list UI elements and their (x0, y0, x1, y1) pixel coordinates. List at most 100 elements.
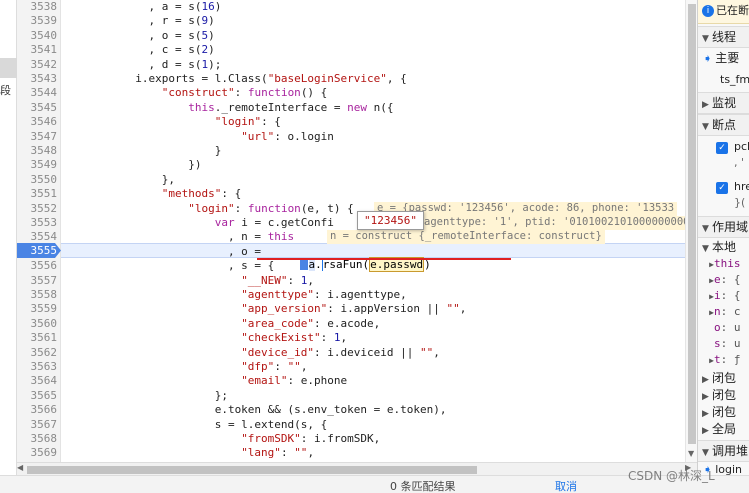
threads-section-header[interactable]: ▼ 线程 (698, 26, 749, 48)
code-line: "email": e.phone (241, 374, 348, 388)
code-line: var i = c.getConfi (214, 216, 334, 229)
line-number[interactable]: 3561 (17, 331, 58, 345)
breakpoint-1-label: pcl (734, 140, 749, 153)
code-line: e.token && (s.env_token = e.token), (69, 403, 447, 417)
line-number[interactable]: 3568 (17, 432, 58, 446)
expand-triangle-icon: ▶ (702, 100, 709, 110)
line-number[interactable]: 3542 (17, 58, 58, 72)
line-number[interactable]: 3569 (17, 446, 58, 460)
paused-banner: i 已在断 (698, 0, 749, 24)
search-result-count: 0 条匹配结果 (390, 480, 456, 493)
threads-label: 线程 (712, 30, 737, 44)
line-number[interactable]: 3550 (17, 173, 58, 187)
breakpoint-checkbox[interactable]: ✓ (716, 142, 728, 154)
line-number[interactable]: 3564 (17, 374, 58, 388)
line-number[interactable]: 3540 (17, 29, 58, 43)
watch-label: 监视 (712, 96, 737, 110)
horizontal-scroll-thumb[interactable] (27, 466, 477, 474)
scope-variable[interactable]: ▶t: ƒ (698, 353, 749, 369)
line-number[interactable]: 3548 (17, 144, 58, 158)
scope-section-header[interactable]: ▼ 作用域 (698, 216, 749, 238)
line-number[interactable]: 3553 (17, 216, 58, 230)
line-number-gutter[interactable]: 3538 3539 3540 3541 3542 3543 3544 3545 3546 3547… (17, 0, 61, 462)
code-line: "construct": function() { (161, 86, 328, 100)
line-number[interactable]: 3562 (17, 346, 58, 360)
scope-variable[interactable]: ▶this (698, 257, 749, 273)
line-number[interactable]: 3559 (17, 302, 58, 316)
left-selected-item[interactable] (0, 58, 17, 78)
code-line: , r = s(9) (69, 14, 215, 28)
vertical-scroll-thumb[interactable] (688, 4, 696, 444)
breakpoint-item-2[interactable]: ✓ hre }( (698, 178, 749, 214)
red-underline-annotation (257, 258, 511, 260)
code-line: }) (69, 158, 202, 172)
line-number[interactable]: 3538 (17, 0, 58, 14)
watch-section-header[interactable]: ▶ 监视 (698, 92, 749, 114)
scope-variable[interactable]: s: u (698, 337, 749, 353)
scope-variable[interactable]: o: u (698, 321, 749, 337)
line-number[interactable]: 3549 (17, 158, 58, 172)
callstack-section-header[interactable]: ▼ 调用堆 (698, 440, 749, 462)
inline-breakpoint-icon[interactable] (299, 260, 308, 270)
scope-variable[interactable]: ▶e: { (698, 273, 749, 289)
thread-main[interactable]: ➧ 主要 (698, 48, 749, 70)
paused-label: 已在断 (716, 4, 749, 17)
breakpoints-section-header[interactable]: ▼ 断点 (698, 114, 749, 136)
line-number[interactable]: 3551 (17, 187, 58, 201)
local-scope-header[interactable]: ▼ 本地 (698, 238, 749, 256)
line-number[interactable]: 3556 (17, 259, 58, 273)
editor-horizontal-scrollbar[interactable]: ◀ ▶ (17, 462, 697, 475)
cancel-link[interactable]: 取消 (555, 478, 577, 493)
info-icon: i (702, 5, 714, 17)
line-number[interactable]: 3547 (17, 130, 58, 144)
collapse-triangle-icon: ▼ (702, 122, 709, 132)
closure-scope-item[interactable]: ▶ 闭包 (698, 387, 749, 404)
code-editor[interactable]: 3538 3539 3540 3541 3542 3543 3544 3545 3546 3547… (17, 0, 697, 462)
line-number[interactable]: 3539 (17, 14, 58, 28)
code-line: , n = this (69, 230, 295, 244)
code-line: , c = s(2) (69, 43, 215, 57)
code-line: "checkExist": 1, (241, 331, 348, 345)
scroll-left-arrow-icon[interactable]: ◀ (17, 463, 23, 472)
breakpoint-checkbox[interactable]: ✓ (716, 182, 728, 194)
thread-ts[interactable]: ts_fm (698, 70, 749, 92)
code-line: , a = s(16) (69, 0, 222, 13)
code-line: "dfp": "", (241, 360, 308, 373)
code-line: "login": { (214, 115, 281, 129)
debugger-side-panel: i 已在断 ▼ 线程 ➧ 主要 ts_fm ▶ 监视 ▼ 断点 ✓ pcl , ' ✓ h… (697, 0, 749, 475)
line-number[interactable]: 3567 (17, 418, 58, 432)
line-number[interactable]: 3560 (17, 317, 58, 331)
code-line: , s = { (69, 259, 275, 273)
closure-scope-item[interactable]: ▶ 闭包 (698, 370, 749, 387)
local-label: 本地 (712, 240, 737, 254)
code-line: "area_code": e.acode, (241, 316, 381, 330)
breakpoint-item-1[interactable]: ✓ pcl , ' (698, 138, 749, 176)
collapse-triangle-icon: ▼ (702, 34, 709, 44)
inline-value-n: n = construct {_remoteInterface: constru… (327, 230, 605, 244)
code-line: , d = s(1); (69, 57, 222, 71)
line-number[interactable]: 3545 (17, 101, 58, 115)
breakpoint-line-number[interactable]: 3555 (17, 244, 58, 258)
line-number[interactable]: 3552 (17, 202, 58, 216)
closure-scope-item[interactable]: ▶ 闭包 (698, 404, 749, 421)
global-scope-item[interactable]: ▶ 全局 (698, 421, 749, 438)
collapse-triangle-icon: ▼ (702, 448, 709, 458)
editor-vertical-scrollbar[interactable]: ▼ (685, 0, 697, 462)
line-number[interactable]: 3566 (17, 403, 58, 417)
line-number[interactable]: 3543 (17, 72, 58, 86)
line-number[interactable]: 3558 (17, 288, 58, 302)
watermark: CSDN @林深_L (628, 469, 715, 483)
code-line: "methods": { (161, 187, 242, 201)
line-number[interactable]: 3544 (17, 86, 58, 100)
code-line: } (69, 144, 222, 157)
inline-value-i: agenttype: '1', ptid: '01010021010000000… (421, 216, 693, 230)
scope-variable[interactable]: ▶i: { (698, 289, 749, 305)
scroll-down-arrow-icon[interactable]: ▼ (688, 449, 694, 458)
hover-value-tooltip: "123456" (357, 211, 424, 230)
line-number[interactable]: 3563 (17, 360, 58, 374)
line-number[interactable]: 3565 (17, 389, 58, 403)
line-number[interactable]: 3541 (17, 43, 58, 57)
scope-variable[interactable]: ▶n: c (698, 305, 749, 321)
line-number[interactable]: 3557 (17, 274, 58, 288)
line-number[interactable]: 3546 (17, 115, 58, 129)
